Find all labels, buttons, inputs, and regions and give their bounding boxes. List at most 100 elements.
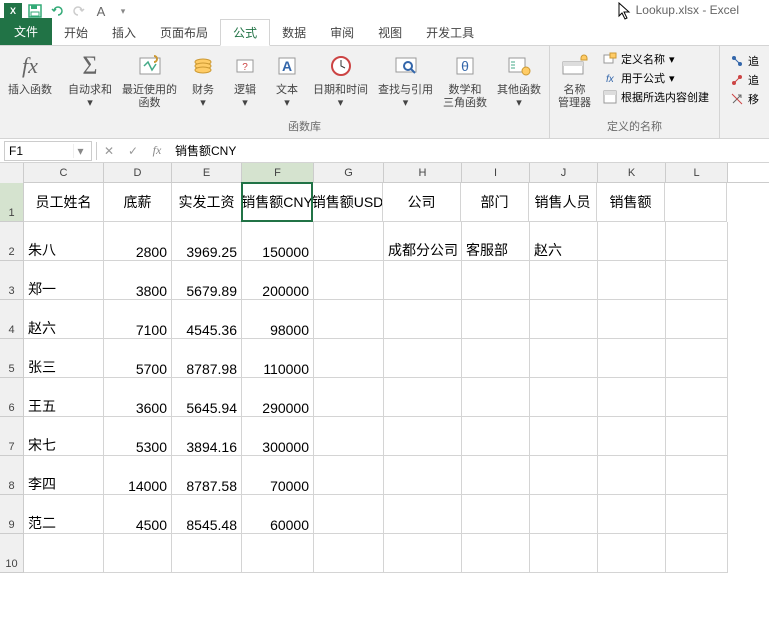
cell-L5[interactable] [666,339,728,378]
create-from-selection-button[interactable]: 根据所选内容创建 [599,88,713,106]
cell-L6[interactable] [666,378,728,417]
cell-J6[interactable] [530,378,598,417]
cell-I6[interactable] [462,378,530,417]
cell-H9[interactable] [384,495,462,534]
cell-E5[interactable]: 8787.98 [172,339,242,378]
cell-I10[interactable] [462,534,530,573]
autosum-button[interactable]: Σ 自动求和▾ [64,48,116,116]
cell-D3[interactable]: 3800 [104,261,172,300]
cell-G7[interactable] [314,417,384,456]
cell-G9[interactable] [314,495,384,534]
cell-K10[interactable] [598,534,666,573]
cell-J5[interactable] [530,339,598,378]
math-button[interactable]: θ 数学和 三角函数 [439,48,491,116]
cell-H6[interactable] [384,378,462,417]
cell-C3[interactable]: 郑一 [24,261,104,300]
cell-J8[interactable] [530,456,598,495]
column-header-G[interactable]: G [314,163,384,182]
cell-F5[interactable]: 110000 [242,339,314,378]
cell-D5[interactable]: 5700 [104,339,172,378]
cell-H3[interactable] [384,261,462,300]
recent-functions-button[interactable]: 最近使用的 函数 [118,48,181,116]
cell-L7[interactable] [666,417,728,456]
cell-F6[interactable]: 290000 [242,378,314,417]
cell-F2[interactable]: 150000 [242,222,314,261]
cell-C6[interactable]: 王五 [24,378,104,417]
cell-D10[interactable] [104,534,172,573]
cell-E2[interactable]: 3969.25 [172,222,242,261]
row-header-6[interactable]: 6 [0,378,24,417]
cell-H2[interactable]: 成都分公司 [384,222,462,261]
text-button[interactable]: A 文本▾ [267,48,307,116]
trace-precedents-button[interactable]: 追 [726,52,763,70]
cell-E4[interactable]: 4545.36 [172,300,242,339]
cell-D2[interactable]: 2800 [104,222,172,261]
namebox-dropdown-icon[interactable]: ▾ [73,144,87,158]
cell-F1[interactable]: 销售额CNY [241,182,313,222]
cell-I1[interactable]: 部门 [461,183,529,222]
cell-H10[interactable] [384,534,462,573]
row-header-4[interactable]: 4 [0,300,24,339]
cell-D9[interactable]: 4500 [104,495,172,534]
cell-H1[interactable]: 公司 [383,183,461,222]
cell-G10[interactable] [314,534,384,573]
cancel-formula-icon[interactable]: ✕ [97,141,121,161]
tab-insert[interactable]: 插入 [100,20,148,45]
cell-E7[interactable]: 3894.16 [172,417,242,456]
enter-formula-icon[interactable]: ✓ [121,141,145,161]
cell-L9[interactable] [666,495,728,534]
cells-area[interactable]: 员工姓名底薪实发工资销售额CNY销售额USD公司部门销售人员销售额朱八28003… [24,183,728,573]
tab-view[interactable]: 视图 [366,20,414,45]
cell-D7[interactable]: 5300 [104,417,172,456]
cell-C8[interactable]: 李四 [24,456,104,495]
cell-F10[interactable] [242,534,314,573]
remove-arrows-button[interactable]: 移 [726,90,763,108]
cell-L2[interactable] [666,222,728,261]
cell-I7[interactable] [462,417,530,456]
cell-J4[interactable] [530,300,598,339]
cell-C7[interactable]: 宋七 [24,417,104,456]
tab-data[interactable]: 数据 [270,20,318,45]
trace-dependents-button[interactable]: 追 [726,71,763,89]
cell-F9[interactable]: 60000 [242,495,314,534]
cell-J10[interactable] [530,534,598,573]
cell-C9[interactable]: 范二 [24,495,104,534]
cell-I3[interactable] [462,261,530,300]
cell-G8[interactable] [314,456,384,495]
tab-developer[interactable]: 开发工具 [414,20,486,45]
cell-E10[interactable] [172,534,242,573]
cell-F8[interactable]: 70000 [242,456,314,495]
cell-L1[interactable] [665,183,727,222]
cell-K8[interactable] [598,456,666,495]
row-header-8[interactable]: 8 [0,456,24,495]
cell-F7[interactable]: 300000 [242,417,314,456]
cell-I4[interactable] [462,300,530,339]
cell-F3[interactable]: 200000 [242,261,314,300]
cell-K9[interactable] [598,495,666,534]
cell-K7[interactable] [598,417,666,456]
cell-G6[interactable] [314,378,384,417]
cell-I8[interactable] [462,456,530,495]
tab-page-layout[interactable]: 页面布局 [148,20,220,45]
insert-function-button[interactable]: fx 插入函数 [4,48,56,136]
name-manager-button[interactable]: 名称 管理器 [554,48,595,116]
cell-E8[interactable]: 8787.58 [172,456,242,495]
other-functions-button[interactable]: 其他函数▾ [493,48,545,116]
cell-E6[interactable]: 5645.94 [172,378,242,417]
name-box[interactable]: F1 ▾ [4,141,92,161]
column-header-C[interactable]: C [24,163,104,182]
datetime-button[interactable]: 日期和时间▾ [309,48,372,116]
cell-H5[interactable] [384,339,462,378]
formula-input[interactable] [169,141,769,161]
cell-K6[interactable] [598,378,666,417]
cell-J2[interactable]: 赵六 [530,222,598,261]
cell-E3[interactable]: 5679.89 [172,261,242,300]
use-in-formula-button[interactable]: fx用于公式 ▾ [599,69,713,87]
row-header-7[interactable]: 7 [0,417,24,456]
cell-L4[interactable] [666,300,728,339]
cell-H7[interactable] [384,417,462,456]
cell-G2[interactable] [314,222,384,261]
column-header-I[interactable]: I [462,163,530,182]
financial-button[interactable]: 财务▾ [183,48,223,116]
cell-H8[interactable] [384,456,462,495]
